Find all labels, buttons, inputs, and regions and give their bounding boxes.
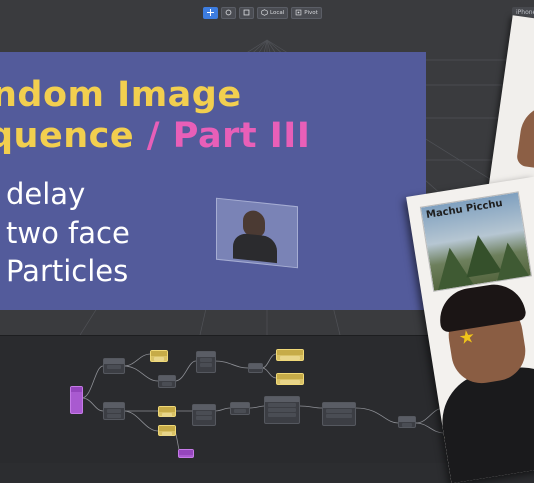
patch-node-yellow[interactable] [276, 373, 304, 385]
title-line-2-pink: / Part III [134, 116, 311, 156]
patch-node[interactable] [192, 404, 216, 426]
viewport-toolbar: Local Pivot [203, 6, 322, 19]
node-port [107, 409, 121, 413]
patch-node[interactable] [230, 402, 250, 415]
machu-picchu-image: Machu Picchu [419, 191, 533, 292]
node-port [107, 414, 121, 418]
node-port [402, 423, 412, 427]
node-port [268, 413, 296, 417]
patch-node[interactable] [248, 363, 263, 373]
node-header [197, 352, 215, 357]
patch-node-yellow[interactable] [158, 425, 176, 436]
title-line-2-yellow: quence [0, 116, 135, 156]
node-header [159, 376, 175, 381]
node-port [196, 416, 212, 420]
node-port [200, 363, 212, 367]
node-header [104, 403, 124, 408]
rotate-tool-button[interactable] [221, 6, 236, 19]
node-header [277, 350, 303, 355]
patch-node[interactable] [158, 375, 176, 388]
patch-node-purple[interactable] [178, 449, 194, 458]
patch-node-yellow[interactable] [158, 406, 176, 417]
node-header [71, 387, 82, 392]
move-tool-button[interactable] [203, 6, 218, 19]
node-port [268, 403, 296, 407]
node-port [234, 409, 246, 413]
patch-node[interactable] [103, 358, 125, 374]
patch-node[interactable] [196, 351, 216, 373]
bullet-item: delay [6, 177, 86, 211]
patch-node[interactable] [264, 396, 300, 424]
rotate-icon [225, 9, 232, 16]
title-line-2: quence / Part III [0, 116, 310, 156]
patch-node-purple[interactable] [70, 386, 83, 414]
node-header [231, 403, 249, 408]
node-port [326, 414, 352, 418]
bullet-item: two face [6, 216, 130, 250]
node-port [162, 413, 172, 417]
node-port [268, 408, 296, 412]
bullet-item: Particles [6, 254, 129, 288]
node-port [107, 365, 121, 369]
node-header [104, 359, 124, 364]
local-space-button[interactable]: Local [257, 6, 289, 19]
node-port [280, 380, 300, 384]
patch-node-yellow[interactable] [150, 350, 168, 362]
star-sticker-icon: ★ [457, 326, 477, 350]
node-port [162, 382, 172, 386]
node-header [151, 351, 167, 356]
pivot-label: Pivot [304, 9, 318, 16]
face-plane-object[interactable] [216, 197, 298, 269]
node-header [159, 407, 175, 412]
pivot-icon [295, 9, 302, 16]
node-header [193, 405, 215, 410]
node-port [154, 357, 164, 361]
mountain-shape [489, 239, 532, 285]
scale-icon [243, 9, 250, 16]
photo-back-face [515, 101, 534, 174]
node-port [162, 432, 172, 436]
node-port [326, 409, 352, 413]
scale-tool-button[interactable] [239, 6, 254, 19]
title-line-1: ndom Image [0, 75, 242, 115]
pivot-button[interactable]: Pivot [291, 6, 322, 19]
face-body [233, 232, 277, 264]
node-header [265, 397, 299, 402]
node-header [179, 450, 193, 455]
cube-icon [261, 9, 268, 16]
node-header [159, 426, 175, 431]
node-port [200, 358, 212, 362]
patch-node[interactable] [398, 416, 416, 428]
patch-node[interactable] [103, 402, 125, 420]
move-icon [207, 9, 214, 16]
node-header [277, 374, 303, 379]
node-header [399, 417, 415, 422]
local-label: Local [270, 9, 285, 16]
node-port [280, 356, 300, 360]
patch-node[interactable] [322, 402, 356, 426]
patch-node-yellow[interactable] [276, 349, 304, 361]
title-card: ndom Image quence / Part III delay two f… [0, 52, 426, 310]
node-header [249, 364, 262, 369]
node-port [196, 411, 212, 415]
node-header [323, 403, 355, 408]
